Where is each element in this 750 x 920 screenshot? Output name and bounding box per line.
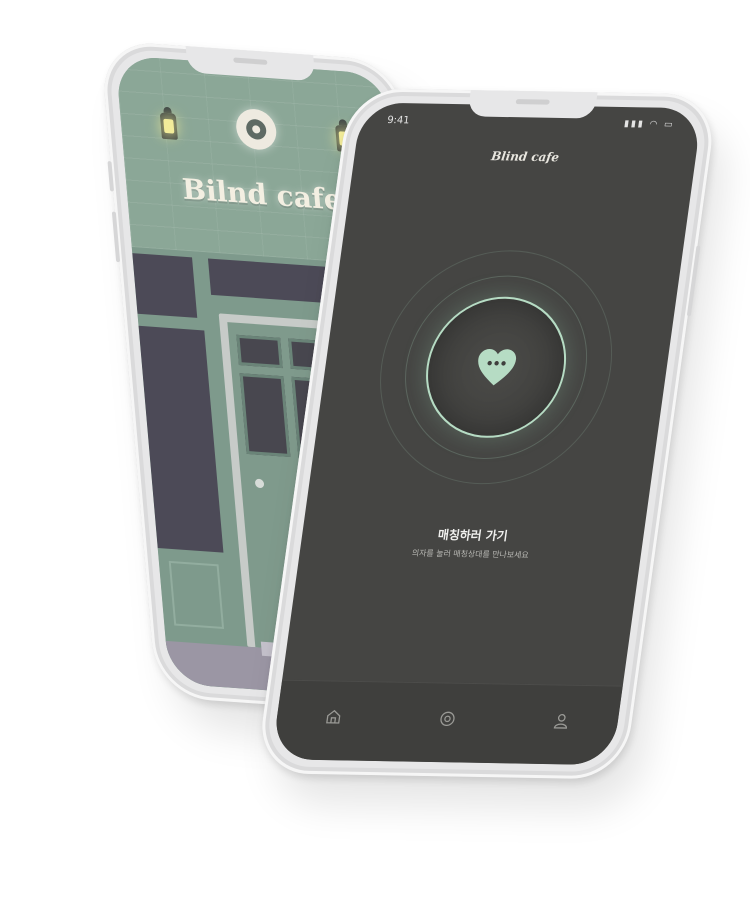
tab-logo-icon[interactable] (437, 710, 457, 728)
wall-panel-left (168, 560, 225, 630)
tab-profile-icon[interactable] (551, 712, 571, 730)
status-icons: ▮▮▮ ◠ ▭ (623, 119, 675, 130)
tab-home-icon[interactable] (324, 708, 344, 726)
phone-speaker (515, 99, 550, 105)
door-pane (236, 334, 283, 369)
matching-screen: 9:41 ▮▮▮ ◠ ▭ Blind cafe 매칭하러 가기 의자를 눌러 매… (271, 102, 703, 766)
door-pane (239, 373, 291, 458)
signal-icon: ▮▮▮ (623, 119, 646, 130)
phone-volume-button (111, 211, 121, 263)
heart-chat-icon[interactable] (471, 345, 521, 390)
phone-power-button (686, 245, 701, 317)
phone-notch (467, 90, 598, 119)
wall-lamp-left (159, 112, 178, 140)
cta-title: 매칭하러 가기 (436, 527, 509, 544)
window-top-left (132, 253, 198, 318)
battery-icon: ▭ (663, 119, 676, 131)
door-knob (254, 478, 265, 489)
cta-subtitle: 의자를 눌러 매칭상대를 만나보세요 (411, 548, 530, 560)
phone-speaker (233, 57, 268, 65)
bottom-tabbar (271, 679, 623, 766)
app-title: Blind cafe (490, 149, 561, 165)
mockup-stage: Bilnd cafe 9:41 ▮▮▮ ◠ ▭ Blind cafe 매칭하러 … (0, 0, 750, 920)
status-time: 9:41 (386, 114, 411, 127)
wifi-icon: ◠ (648, 119, 660, 130)
phone-side-button (107, 160, 115, 192)
